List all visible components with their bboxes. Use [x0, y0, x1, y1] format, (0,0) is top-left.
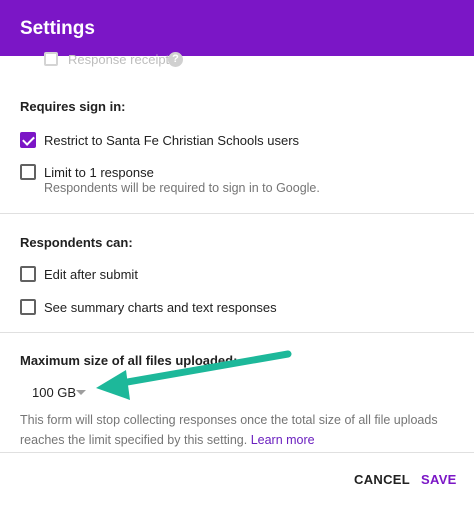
divider [0, 452, 474, 453]
divider [0, 213, 474, 214]
response-receipts-label: Response receipts [68, 52, 176, 67]
limit-one-response-checkbox[interactable] [20, 164, 36, 180]
caret-down-icon [76, 390, 86, 395]
help-icon[interactable]: ? [168, 52, 183, 67]
see-summary-checkbox[interactable] [20, 299, 36, 315]
max-file-size-heading: Maximum size of all files uploaded: [20, 353, 238, 368]
max-file-size-value: 100 GB [32, 385, 77, 400]
requires-sign-in-heading: Requires sign in: [20, 99, 126, 114]
divider [0, 332, 474, 333]
response-receipts-row[interactable]: Response receipts ? [44, 52, 244, 68]
see-summary-row[interactable]: See summary charts and text responses [20, 299, 320, 317]
restrict-domain-label: Restrict to Santa Fe Christian Schools u… [44, 133, 300, 148]
edit-after-submit-label: Edit after submit [44, 267, 138, 282]
cancel-button[interactable]: CANCEL [354, 472, 410, 487]
dialog-title: Settings [20, 18, 95, 39]
limit-one-response-label: Limit to 1 response [44, 165, 154, 180]
respondents-can-heading: Respondents can: [20, 235, 133, 250]
see-summary-label: See summary charts and text responses [44, 300, 277, 315]
file-size-note-text: This form will stop collecting responses… [20, 413, 438, 447]
restrict-domain-checkbox[interactable] [20, 132, 36, 148]
max-file-size-dropdown[interactable]: 100 GB [32, 384, 102, 402]
edit-after-submit-row[interactable]: Edit after submit [20, 266, 220, 284]
file-size-note: This form will stop collecting responses… [20, 410, 464, 450]
edit-after-submit-checkbox[interactable] [20, 266, 36, 282]
learn-more-link[interactable]: Learn more [251, 433, 315, 447]
response-receipts-checkbox[interactable] [44, 52, 58, 66]
dialog-header: Settings [0, 0, 474, 56]
restrict-domain-row[interactable]: Restrict to Santa Fe Christian Schools u… [20, 132, 320, 150]
save-button[interactable]: SAVE [421, 472, 457, 487]
limit-one-response-row[interactable]: Limit to 1 response [20, 164, 220, 182]
limit-one-response-sub: Respondents will be required to sign in … [44, 181, 320, 195]
